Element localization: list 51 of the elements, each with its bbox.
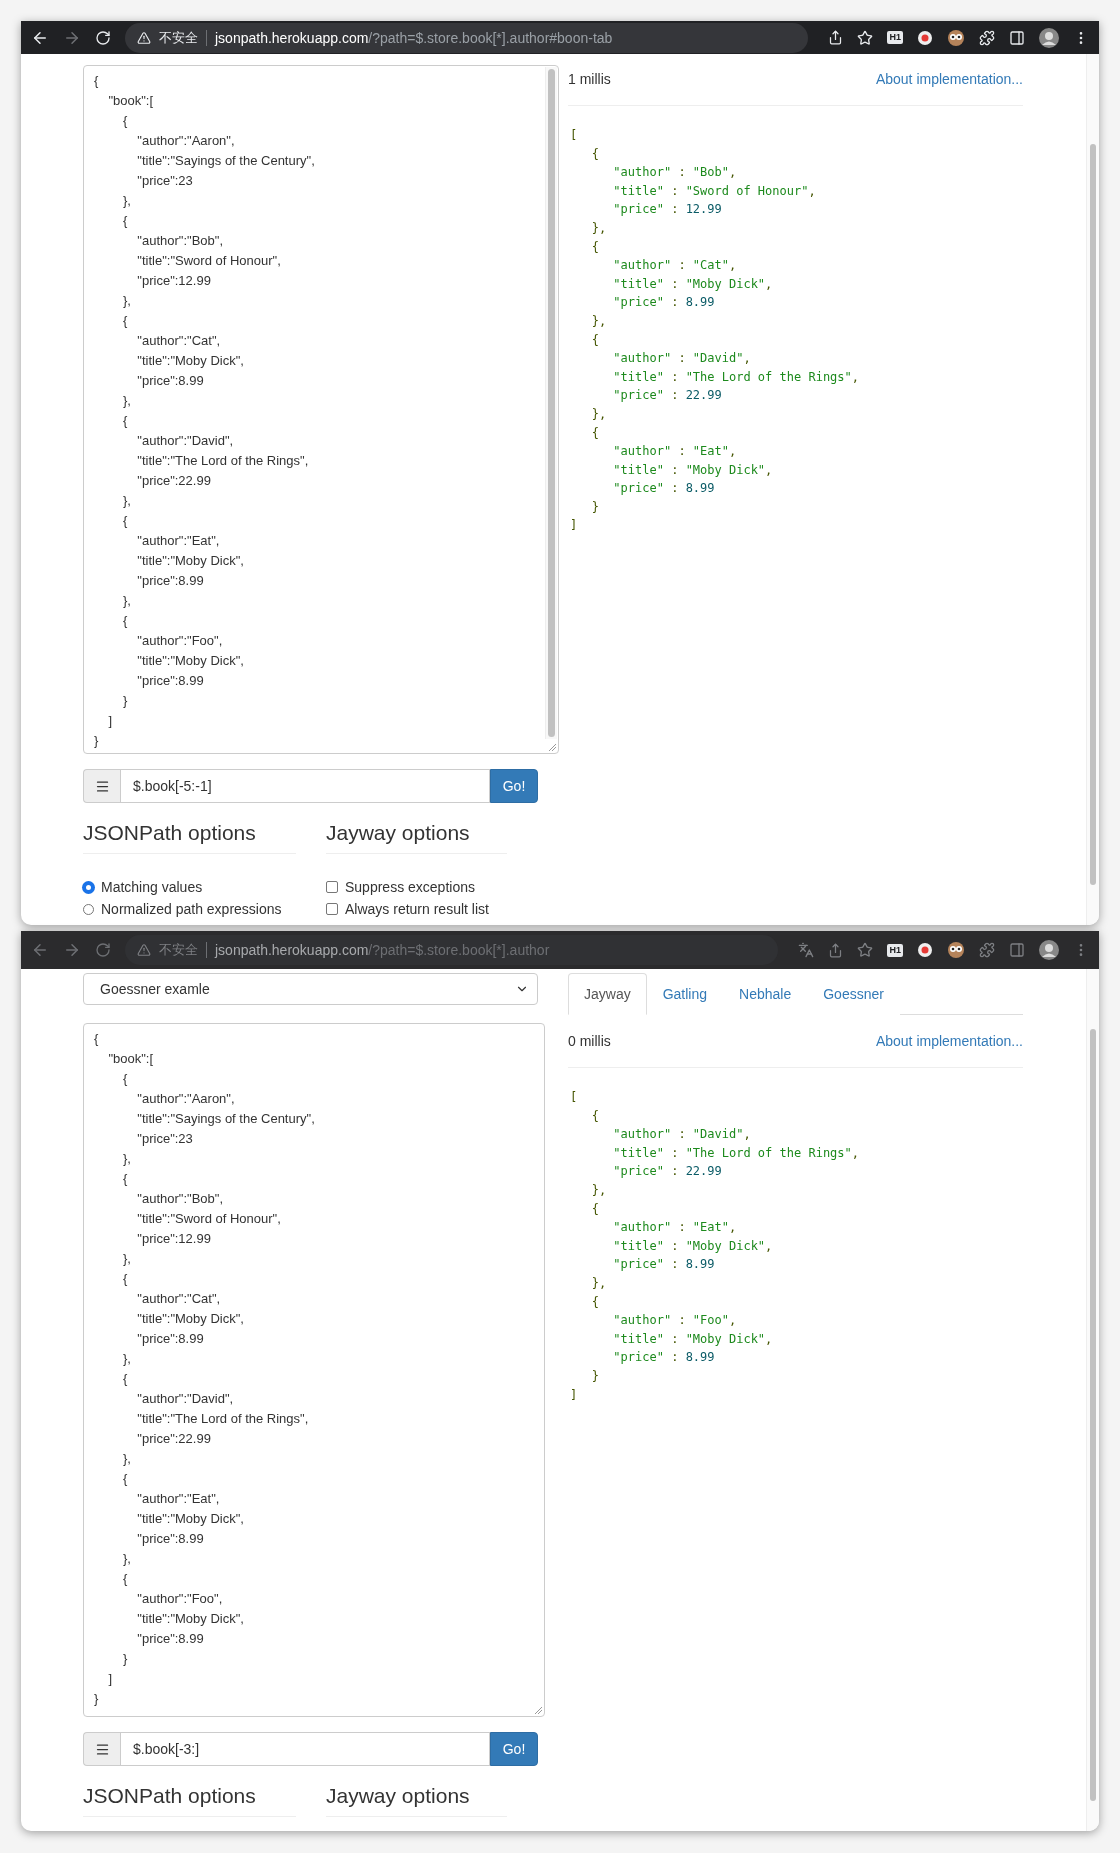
json-input-field[interactable]: { "book":[ { "author":"Aaron", "title":"Sayings of the Century", "price":23 }, { "author":"Bob", "title":"Sword of Honour", "price":12.99 }, { "author":"Cat", "title":"Moby Dick", "price":8.99 }, { "author":"David", "title":"The Lord of the Rings", "price":22.99 }, { "author":"Eat", "title":"Moby Dick", "price":8.99 }, { "author":"Foo", "title":"Moby Dick", "price":8.99 } ] } xyxy=(83,65,559,754)
path-input-field[interactable]: $.book[-5:-1] xyxy=(120,769,490,803)
result-output: [ { "author" : "Bob", "title" : "Sword of Honour", "price" : 12.99 }, { "author" : "Cat", "title" : "Moby Dick", "price" : 8.99 }, { "author" : "David", "title" : "The Lord of the Rings", "price" : 22.99 }, { "author" : "Eat", "title" : "Moby Dick", "price" : 8.99 } ] xyxy=(569,127,861,535)
options-heading: Jayway options xyxy=(326,821,507,854)
scrollbar[interactable] xyxy=(545,67,557,739)
address-bar[interactable]: 不安全 jsonpath.herokuapp.com/?path=$.store.book[*].author xyxy=(125,935,779,965)
share-icon[interactable] xyxy=(828,30,844,45)
example-select[interactable]: Goessner examle xyxy=(83,973,538,1005)
warning-icon xyxy=(137,943,151,957)
resize-handle-icon[interactable] xyxy=(534,1706,543,1715)
path-input-field[interactable]: $.book[-3:] xyxy=(120,1732,490,1766)
about-link[interactable]: About implementation... xyxy=(875,71,1023,87)
checkbox-option[interactable]: Always return result list xyxy=(326,898,507,920)
avatar-icon[interactable] xyxy=(1039,940,1059,960)
security-label: 不安全 xyxy=(159,28,198,47)
timing-text: 1 millis xyxy=(568,71,611,87)
address-bar[interactable]: 不安全 jsonpath.herokuapp.com/?path=$.store.book[*].author#boon-tab xyxy=(125,22,809,53)
hamburger-icon xyxy=(94,1741,110,1757)
warning-icon xyxy=(137,30,151,45)
json-input-field[interactable]: { "book":[ { "author":"Aaron", "title":"Sayings of the Century", "price":23 }, { "author":"Bob", "title":"Sword of Honour", "price":12.99 }, { "author":"Cat", "title":"Moby Dick", "price":8.99 }, { "author":"David", "title":"The Lord of the Rings", "price":22.99 }, { "author":"Eat", "title":"Moby Dick", "price":8.99 }, { "author":"Foo", "title":"Moby Dick", "price":8.99 } ] } xyxy=(83,1023,545,1717)
checkbox-option[interactable]: Suppress exceptions xyxy=(326,876,507,898)
radio-option[interactable]: Matching values xyxy=(83,876,296,898)
about-link[interactable]: About implementation... xyxy=(875,1033,1023,1049)
owl-icon[interactable] xyxy=(947,29,965,46)
options-heading: JSONPath options xyxy=(83,1784,296,1817)
record-icon[interactable] xyxy=(917,29,933,46)
extension-badge[interactable]: H1 xyxy=(887,943,903,957)
page-scrollbar[interactable] xyxy=(1086,54,1099,925)
star-icon[interactable] xyxy=(857,942,874,958)
resize-handle-icon[interactable] xyxy=(548,743,557,752)
result-output: [ { "author" : "David", "title" : "The Lord of the Rings", "price" : 22.99 }, { "author" : "Eat", "title" : "Moby Dick", "price" : 8.99 }, { "author" : "Foo", "title" : "Moby Dick", "price" : 8.99 } ] xyxy=(569,1089,861,1404)
url-text: jsonpath.herokuapp.com/?path=$.store.book[*].author xyxy=(215,942,550,958)
options-heading: JSONPath options xyxy=(83,821,296,854)
implementation-tab[interactable]: Jayway xyxy=(568,973,647,1015)
owl-icon[interactable] xyxy=(947,942,965,958)
menu-button[interactable] xyxy=(83,769,120,803)
avatar-icon[interactable] xyxy=(1039,27,1059,48)
menu-button[interactable] xyxy=(83,1732,120,1766)
options-heading: Jayway options xyxy=(326,1784,507,1817)
translate-icon[interactable] xyxy=(798,942,815,958)
radio-option[interactable]: Normalized path expressions xyxy=(83,898,296,920)
go-button[interactable]: Go! xyxy=(490,769,538,803)
forward-icon[interactable] xyxy=(63,941,81,959)
hamburger-icon xyxy=(94,778,110,794)
timing-text: 0 millis xyxy=(568,1033,611,1049)
security-label: 不安全 xyxy=(159,941,198,959)
page-scrollbar[interactable] xyxy=(1086,969,1099,1831)
extension-badge[interactable]: H1 xyxy=(887,31,903,44)
url-text: jsonpath.herokuapp.com/?path=$.store.book[*].author#boon-tab xyxy=(215,29,613,46)
record-icon[interactable] xyxy=(917,942,933,958)
go-button[interactable]: Go! xyxy=(490,1732,538,1766)
